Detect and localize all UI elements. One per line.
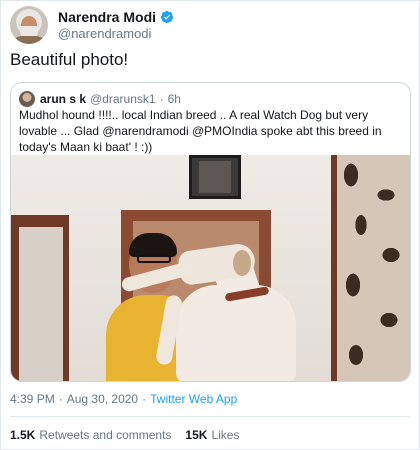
- likes-label: Likes: [211, 428, 240, 442]
- meta-separator: ·: [58, 392, 63, 406]
- retweets-label: Retweets and comments: [39, 428, 172, 442]
- quoted-tweet-header: arun s k @drarunsk1 · 6h: [19, 91, 181, 107]
- author-avatar[interactable]: [10, 6, 48, 44]
- author-display-name-row[interactable]: Narendra Modi: [58, 9, 174, 25]
- meta-separator: ·: [142, 392, 147, 406]
- tweet-stats: 1.5K Retweets and comments 15K Likes: [10, 428, 239, 442]
- divider: [10, 416, 410, 417]
- likes-stat[interactable]: 15K Likes: [185, 428, 239, 442]
- quoted-author-handle: @drarunsk1: [90, 92, 156, 106]
- tweet-header: Narendra Modi @narendramodi: [10, 6, 174, 44]
- quoted-time: 6h: [167, 92, 181, 106]
- tweet-meta: 4:39 PM · Aug 30, 2020 · Twitter Web App: [10, 392, 237, 406]
- likes-count: 15K: [185, 428, 208, 442]
- tweet-time[interactable]: 4:39 PM: [10, 392, 55, 406]
- retweets-stat[interactable]: 1.5K Retweets and comments: [10, 428, 171, 442]
- author-display-name[interactable]: Narendra Modi: [58, 9, 156, 25]
- tweet-source-link[interactable]: Twitter Web App: [150, 392, 237, 406]
- verified-badge-icon: [160, 10, 174, 24]
- quoted-author-avatar: [19, 91, 35, 107]
- quoted-tweet-text: Mudhol hound !!!!.. local Indian breed .…: [19, 108, 382, 154]
- quoted-separator: ·: [159, 92, 164, 106]
- retweets-count: 1.5K: [10, 428, 36, 442]
- tweet-date[interactable]: Aug 30, 2020: [67, 392, 138, 406]
- author-names: Narendra Modi @narendramodi: [58, 9, 174, 41]
- quoted-tweet-photo[interactable]: [11, 155, 410, 381]
- tweet-text: Beautiful photo!: [10, 50, 129, 69]
- quoted-tweet[interactable]: arun s k @drarunsk1 · 6h Mudhol hound !!…: [10, 82, 411, 382]
- author-handle[interactable]: @narendramodi: [58, 26, 174, 41]
- quoted-author-name: arun s k: [40, 92, 87, 106]
